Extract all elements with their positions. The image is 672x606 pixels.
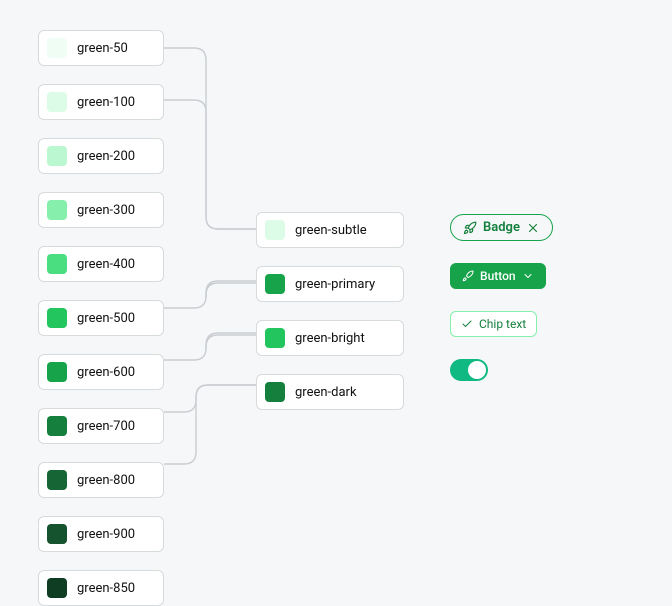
swatch-green-500: green-500 [38, 300, 164, 336]
swatch-label: green-50 [77, 41, 128, 56]
swatch-color [265, 328, 285, 348]
toggle-knob [468, 361, 486, 379]
swatch-label: green-800 [77, 473, 135, 488]
swatch-label: green-700 [77, 419, 135, 434]
swatch-green-bright: green-bright [256, 320, 404, 356]
badge-label: Badge [483, 220, 520, 235]
swatch-green-700: green-700 [38, 408, 164, 444]
rocket-icon [462, 270, 474, 282]
swatch-color [265, 274, 285, 294]
example-badge[interactable]: Badge [450, 214, 553, 241]
swatch-color [47, 92, 67, 112]
swatch-color [47, 470, 67, 490]
swatch-green-subtle: green-subtle [256, 212, 404, 248]
chip-label: Chip text [479, 317, 526, 331]
close-icon[interactable] [526, 221, 540, 235]
swatch-green-100: green-100 [38, 84, 164, 120]
swatch-color [47, 524, 67, 544]
semantic-list: green-subtle green-primary green-bright … [256, 212, 404, 410]
swatch-color [47, 578, 67, 598]
swatch-label: green-100 [77, 95, 135, 110]
swatch-green-400: green-400 [38, 246, 164, 282]
swatch-color [47, 200, 67, 220]
swatch-green-600: green-600 [38, 354, 164, 390]
swatch-label: green-300 [77, 203, 135, 218]
swatch-color [265, 382, 285, 402]
component-examples: Badge Button Chip text [450, 214, 553, 381]
swatch-label: green-200 [77, 149, 135, 164]
swatch-green-200: green-200 [38, 138, 164, 174]
rocket-icon [463, 221, 477, 235]
swatch-color [47, 308, 67, 328]
swatch-green-300: green-300 [38, 192, 164, 228]
palette-list: green-50 green-100 green-200 green-300 g… [38, 30, 164, 606]
swatch-label: green-900 [77, 527, 135, 542]
swatch-color [47, 254, 67, 274]
swatch-green-800: green-800 [38, 462, 164, 498]
swatch-label: green-500 [77, 311, 135, 326]
swatch-label: green-dark [295, 385, 357, 400]
swatch-green-primary: green-primary [256, 266, 404, 302]
swatch-label: green-850 [77, 581, 135, 596]
swatch-color [47, 362, 67, 382]
swatch-color [47, 146, 67, 166]
example-toggle[interactable] [450, 359, 488, 381]
swatch-color [47, 416, 67, 436]
swatch-green-900: green-900 [38, 516, 164, 552]
swatch-label: green-bright [295, 331, 365, 346]
swatch-green-50: green-50 [38, 30, 164, 66]
swatch-label: green-600 [77, 365, 135, 380]
swatch-label: green-400 [77, 257, 135, 272]
swatch-color [265, 220, 285, 240]
swatch-label: green-subtle [295, 223, 367, 238]
swatch-color [47, 38, 67, 58]
swatch-green-dark: green-dark [256, 374, 404, 410]
chevron-down-icon [522, 270, 534, 282]
example-chip[interactable]: Chip text [450, 311, 537, 337]
example-button[interactable]: Button [450, 263, 546, 289]
button-label: Button [480, 269, 516, 283]
swatch-label: green-primary [295, 277, 375, 292]
swatch-green-850: green-850 [38, 570, 164, 606]
check-icon [461, 318, 473, 330]
